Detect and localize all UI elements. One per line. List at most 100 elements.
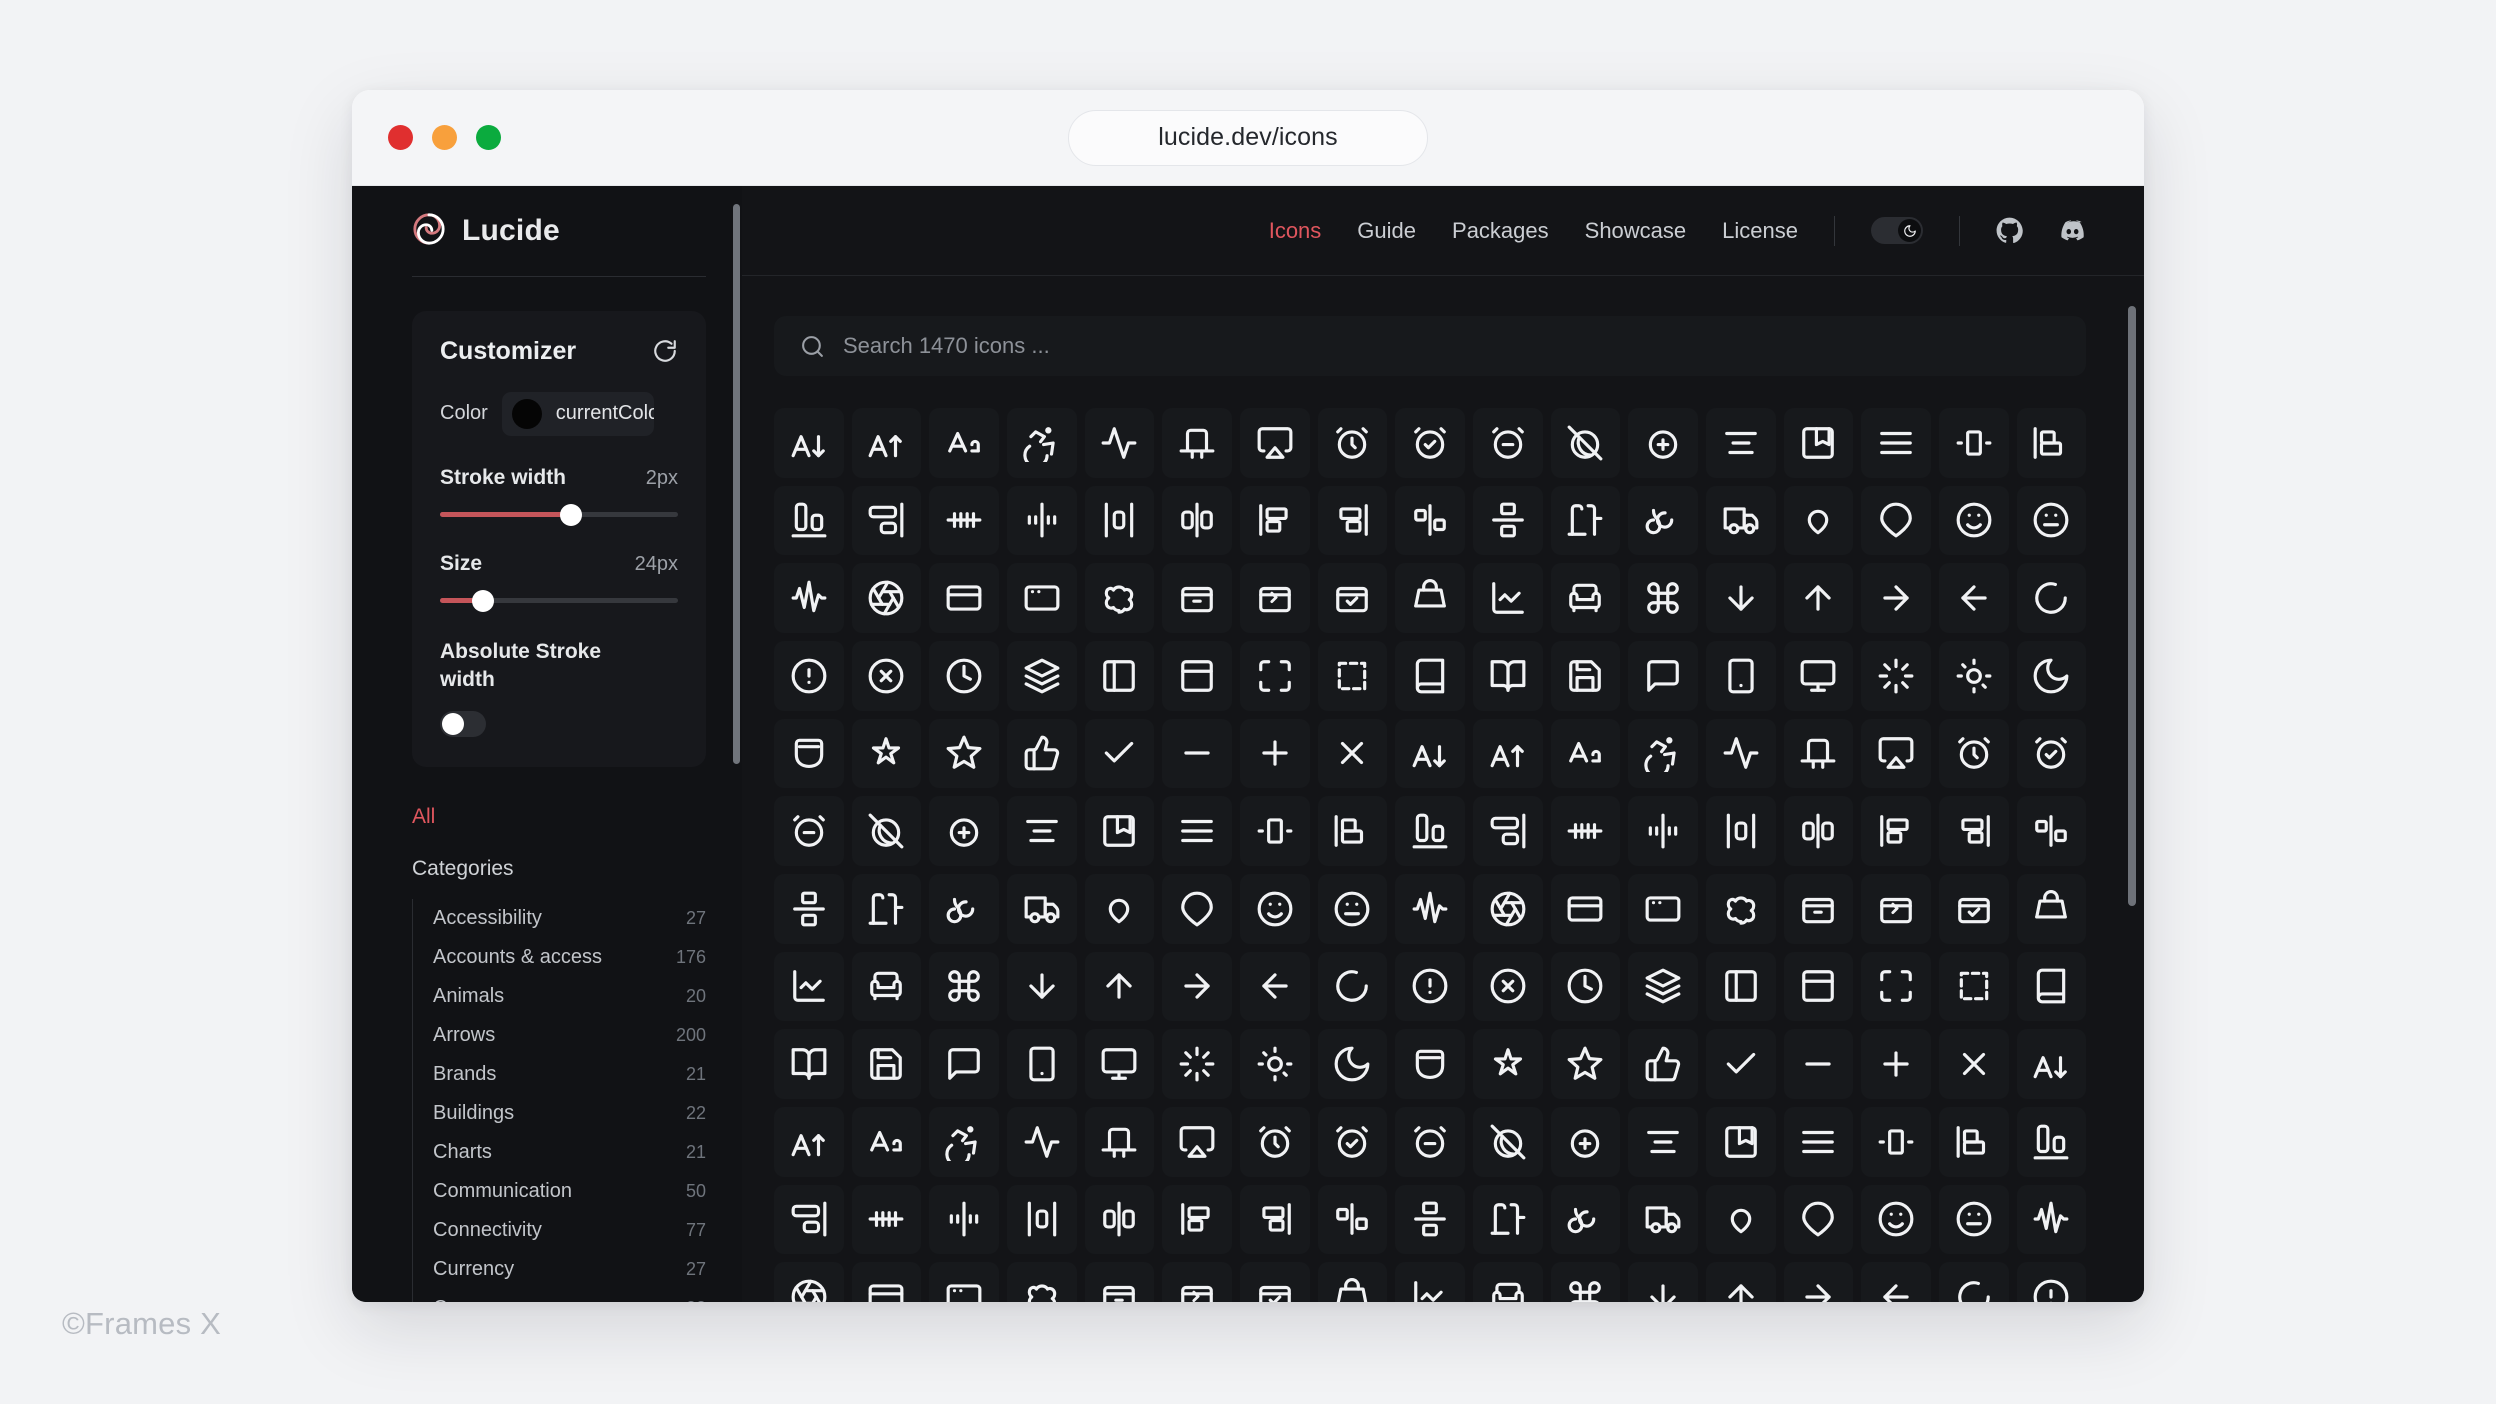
category-item[interactable]: Accessibility 27 xyxy=(433,899,706,938)
antenna-icon[interactable] xyxy=(1705,563,1776,633)
refresh-ccw-icon[interactable] xyxy=(652,338,678,364)
ban-icon[interactable] xyxy=(1472,951,1543,1022)
aperture-icon[interactable] xyxy=(1861,563,1931,633)
bar-chart-big-icon[interactable] xyxy=(2016,951,2087,1022)
arrow-right-to-line-icon[interactable] xyxy=(774,796,844,866)
anchor-icon[interactable] xyxy=(1472,563,1543,633)
book-open-check-icon[interactable] xyxy=(1705,1262,1776,1302)
audio-lines-icon[interactable] xyxy=(851,873,922,944)
nav-link-license[interactable]: License xyxy=(1722,218,1798,244)
baggage-claim-icon[interactable] xyxy=(1395,951,1465,1022)
biohazard-icon[interactable] xyxy=(774,1184,844,1255)
ampersand-icon[interactable] xyxy=(1317,563,1388,633)
bird-icon[interactable] xyxy=(851,1184,922,1255)
at-sign-icon[interactable] xyxy=(2016,796,2087,866)
accessibility-icon[interactable] xyxy=(1006,408,1077,478)
arrow-right-icon[interactable] xyxy=(1861,718,1931,789)
axe-icon[interactable] xyxy=(1084,873,1155,944)
bluetooth-off-icon[interactable] xyxy=(1395,1184,1465,1255)
book-key-icon[interactable] xyxy=(1317,1262,1388,1302)
air-vent-icon[interactable] xyxy=(1162,408,1232,478)
book-text-icon[interactable] xyxy=(1938,1262,2009,1302)
arrow-left-right-icon[interactable] xyxy=(1705,718,1776,789)
arrow-up-a-z-icon[interactable] xyxy=(1084,796,1155,866)
bar-chart-horizontal-big-icon[interactable] xyxy=(851,1029,922,1099)
ampersands-icon[interactable] xyxy=(1395,563,1465,633)
bell-dot-icon[interactable] xyxy=(1084,1106,1155,1177)
arrow-up-1-0-icon[interactable] xyxy=(1006,796,1077,866)
search-input[interactable] xyxy=(843,333,2060,359)
bolt-icon[interactable] xyxy=(1628,1184,1698,1255)
app-window-mac-icon[interactable] xyxy=(2016,563,2087,633)
category-item[interactable]: Brands 21 xyxy=(433,1055,706,1094)
nav-link-showcase[interactable]: Showcase xyxy=(1585,218,1687,244)
arrow-up-z-a-icon[interactable] xyxy=(1783,796,1854,866)
book-type-icon[interactable] xyxy=(2016,1262,2087,1302)
badge-check-icon[interactable] xyxy=(1628,873,1698,944)
align-vertical-distribute-start-icon[interactable] xyxy=(1084,563,1155,633)
armchair-icon[interactable] xyxy=(1162,640,1232,711)
category-item[interactable]: Cursors 32 xyxy=(433,1289,706,1302)
badge-dollar-sign-icon[interactable] xyxy=(1705,873,1776,944)
book-lock-icon[interactable] xyxy=(1395,1262,1465,1302)
battery-full-icon[interactable] xyxy=(1317,1029,1388,1099)
badge-pound-sterling-icon[interactable] xyxy=(1084,951,1155,1022)
book-open-icon[interactable] xyxy=(1628,1262,1698,1302)
book-image-icon[interactable] xyxy=(1239,1262,1310,1302)
audio-waveform-icon[interactable] xyxy=(929,873,999,944)
align-justify-2-icon[interactable] xyxy=(1705,485,1776,556)
color-picker[interactable]: currentColor xyxy=(501,391,654,436)
align-horizontal-distribute-center-icon[interactable] xyxy=(1938,408,2009,478)
arrow-left-icon[interactable] xyxy=(1550,718,1621,789)
ambulance-icon[interactable] xyxy=(1239,563,1310,633)
arrow-big-up-icon[interactable] xyxy=(1705,640,1776,711)
arrow-down-narrow-wide-icon[interactable] xyxy=(1006,718,1077,789)
book-plus-icon[interactable] xyxy=(1861,1262,1931,1302)
arrow-down-a-z-icon[interactable] xyxy=(774,718,844,789)
arrow-down-to-dot-icon[interactable] xyxy=(1162,718,1232,789)
category-item[interactable]: Accounts & access 176 xyxy=(433,938,706,977)
bitcoin-icon[interactable] xyxy=(929,1184,999,1255)
app-window-icon[interactable] xyxy=(1938,563,2009,633)
align-center-horizontal-icon[interactable] xyxy=(1550,485,1621,556)
stroke-width-slider[interactable] xyxy=(440,503,678,526)
search-bar[interactable] xyxy=(774,316,2086,376)
book-copy-icon[interactable] xyxy=(851,1262,922,1302)
align-start-vertical-icon[interactable] xyxy=(1861,485,1931,556)
badge-info-icon[interactable] xyxy=(2016,873,2087,944)
badge-x-icon[interactable] xyxy=(1317,951,1388,1022)
bell-plus-icon[interactable] xyxy=(1395,1106,1465,1177)
brand[interactable]: Lucide xyxy=(352,186,742,276)
between-vertical-end-icon[interactable] xyxy=(1705,1106,1776,1177)
arrow-down-wide-narrow-icon[interactable] xyxy=(1395,718,1465,789)
bell-off-2-icon[interactable] xyxy=(1317,1106,1388,1177)
album-icon[interactable] xyxy=(1783,408,1854,478)
github-icon[interactable] xyxy=(1996,217,2023,244)
bell-minus-icon[interactable] xyxy=(1239,1106,1310,1177)
bath-icon[interactable] xyxy=(1084,1029,1155,1099)
arrow-big-left-dash-icon[interactable] xyxy=(1472,640,1543,711)
arrow-big-up-dash-icon[interactable] xyxy=(1783,640,1854,711)
annoyed-icon[interactable] xyxy=(1628,563,1698,633)
align-vertical-distribute-center-icon[interactable] xyxy=(1472,485,1543,556)
bed-icon[interactable] xyxy=(1861,1029,1931,1099)
battery-icon[interactable] xyxy=(1162,1029,1232,1099)
book-dashed-icon[interactable] xyxy=(929,1262,999,1302)
category-item[interactable]: Arrows 200 xyxy=(433,1016,706,1055)
category-item[interactable]: Charts 21 xyxy=(433,1133,706,1172)
align-vertical-justify-end-icon[interactable] xyxy=(2016,485,2087,556)
arrow-right-left-icon[interactable] xyxy=(2016,718,2087,789)
arrow-down-to-line-icon[interactable] xyxy=(1239,718,1310,789)
badge-euro-icon[interactable] xyxy=(1783,873,1854,944)
book-headphones-icon[interactable] xyxy=(1084,1262,1155,1302)
battery-charging-icon[interactable] xyxy=(1239,1029,1310,1099)
arrow-up-down-icon[interactable] xyxy=(1162,796,1232,866)
arrow-down-1-0-icon[interactable] xyxy=(2016,640,2087,711)
align-vertical-space-between-icon[interactable] xyxy=(929,563,999,633)
bold-icon[interactable] xyxy=(1550,1184,1621,1255)
discord-icon[interactable] xyxy=(2059,217,2086,244)
arrow-down-icon[interactable] xyxy=(1861,640,1931,711)
alarm-clock-check-icon[interactable] xyxy=(1395,408,1465,478)
bean-icon[interactable] xyxy=(1705,1029,1776,1099)
arrow-big-left-icon[interactable] xyxy=(1395,640,1465,711)
